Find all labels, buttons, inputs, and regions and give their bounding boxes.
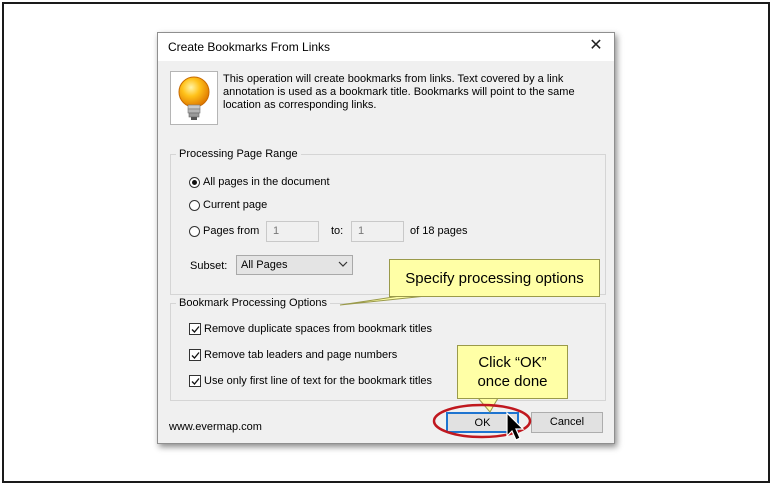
lightbulb-icon (170, 71, 218, 125)
info-text: This operation will create bookmarks fro… (223, 73, 575, 111)
radio-current-page[interactable]: Current page (189, 199, 267, 211)
chevron-down-icon (338, 258, 348, 273)
radio-label: Pages from (203, 225, 260, 237)
options-label: Bookmark Processing Options (176, 297, 330, 309)
dialog-titlebar: Create Bookmarks From Links ✕ (158, 33, 614, 61)
callout-specify-options: Specify processing options (389, 259, 600, 297)
close-icon[interactable]: ✕ (586, 36, 606, 56)
pages-from-input[interactable]: 1 (266, 221, 319, 242)
radio-all-pages[interactable]: All pages in the document (189, 176, 330, 188)
callout2-line1: Click “OK” (478, 354, 547, 371)
check-remove-tab-leaders[interactable]: Remove tab leaders and page numbers (189, 349, 397, 361)
radio-label: All pages in the document (203, 176, 330, 188)
checkbox-label: Use only first line of text for the book… (204, 375, 433, 387)
cancel-button[interactable]: Cancel (531, 412, 603, 433)
subset-select[interactable]: All Pages (236, 255, 353, 275)
check-remove-spaces[interactable]: Remove duplicate spaces from bookmark ti… (189, 323, 432, 335)
to-label: to: (331, 225, 344, 237)
pages-to-input[interactable]: 1 (351, 221, 404, 242)
page-range-label: Processing Page Range (176, 148, 301, 160)
subset-label: Subset: (190, 260, 228, 272)
checkbox[interactable] (189, 375, 201, 387)
callout-click-ok: Click “OK” once done (457, 345, 568, 399)
checkbox[interactable] (189, 349, 201, 361)
subset-value: All Pages (241, 259, 288, 271)
radio-button[interactable] (189, 199, 200, 211)
radio-label: Current page (203, 199, 268, 211)
check-first-line-only[interactable]: Use only first line of text for the book… (189, 375, 432, 387)
radio-button[interactable] (189, 176, 200, 188)
callout2-line2: once done (477, 373, 548, 390)
checkbox[interactable] (189, 323, 201, 335)
page-count-label: of 18 pages (410, 225, 468, 237)
dialog-title: Create Bookmarks From Links (168, 40, 331, 54)
checkbox-label: Remove tab leaders and page numbers (204, 349, 398, 361)
ok-button[interactable]: OK (446, 412, 519, 433)
evermap-link[interactable]: www.evermap.com (169, 421, 262, 433)
radio-pages-from[interactable]: Pages from (189, 225, 259, 237)
radio-button[interactable] (189, 225, 200, 237)
checkbox-label: Remove duplicate spaces from bookmark ti… (204, 323, 433, 335)
